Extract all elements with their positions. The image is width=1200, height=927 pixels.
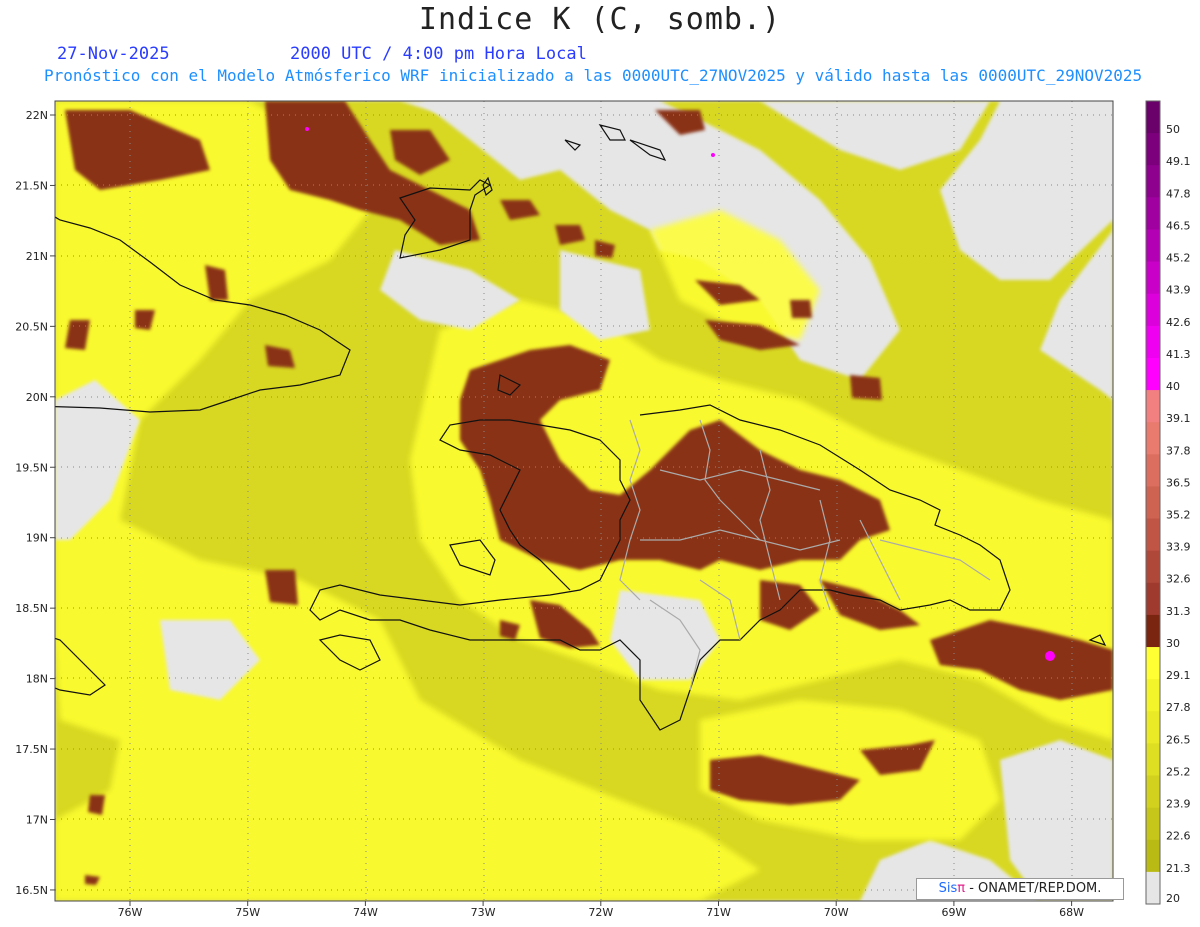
colorbar-swatch bbox=[1146, 293, 1160, 327]
colorbar-label: 33.9 bbox=[1166, 541, 1191, 554]
colorbar-swatch bbox=[1146, 518, 1160, 552]
credit-text: - ONAMET/REP.DOM. bbox=[969, 881, 1102, 896]
lat-tick-label: 21.5N bbox=[15, 179, 48, 192]
lat-tick-label: 20.5N bbox=[15, 320, 48, 333]
lat-tick-label: 19N bbox=[26, 532, 48, 545]
colorbar-swatch bbox=[1146, 743, 1160, 777]
lon-tick-label: 76W bbox=[118, 906, 143, 919]
colorbar-label: 26.5 bbox=[1166, 733, 1191, 746]
colorbar-swatch bbox=[1146, 133, 1160, 166]
lat-tick-label: 18.5N bbox=[15, 602, 48, 615]
lon-tick-label: 71W bbox=[706, 906, 731, 919]
colorbar-label: 46.5 bbox=[1166, 219, 1191, 232]
lat-tick-label: 17.5N bbox=[15, 743, 48, 756]
colorbar-swatch bbox=[1146, 550, 1160, 584]
lat-tick-label: 17N bbox=[26, 814, 48, 827]
colorbar-label: 31.3 bbox=[1166, 605, 1191, 618]
colorbar-swatch bbox=[1146, 679, 1160, 712]
colorbar-swatch bbox=[1146, 165, 1160, 198]
colorbar-swatch bbox=[1146, 390, 1160, 423]
lat-tick-label: 18N bbox=[26, 673, 48, 686]
lon-tick-label: 75W bbox=[235, 906, 260, 919]
colorbar-label: 47.8 bbox=[1166, 187, 1191, 200]
colorbar-swatch bbox=[1146, 325, 1160, 359]
colorbar-label: 42.6 bbox=[1166, 316, 1191, 329]
colorbar-label: 22.6 bbox=[1166, 830, 1191, 843]
lon-tick-label: 73W bbox=[471, 906, 496, 919]
colorbar-label: 32.6 bbox=[1166, 573, 1191, 586]
colorbar-swatch bbox=[1146, 775, 1160, 809]
colorbar-label: 20 bbox=[1166, 892, 1180, 905]
credit-sis: Sis bbox=[938, 881, 958, 896]
colorbar-label: 30 bbox=[1166, 637, 1180, 650]
colorbar-swatch bbox=[1146, 357, 1160, 391]
lon-tick-label: 68W bbox=[1059, 906, 1084, 919]
credit-pi: π bbox=[957, 881, 966, 896]
colorbar-swatch bbox=[1146, 582, 1160, 616]
colorbar-label: 36.5 bbox=[1166, 476, 1191, 489]
colorbar-label: 27.8 bbox=[1166, 701, 1191, 714]
colorbar: 50 49.1 47.8 46.5 45.2 43.9 42.6 41.3 40 39.1 37.8… bbox=[1145, 100, 1191, 905]
lon-tick-label: 69W bbox=[941, 906, 966, 919]
colorbar-swatch bbox=[1146, 807, 1160, 841]
colorbar-swatch bbox=[1146, 839, 1160, 873]
colorbar-swatch bbox=[1146, 647, 1160, 680]
colorbar-label: 25.2 bbox=[1166, 765, 1191, 778]
colorbar-label: 23.9 bbox=[1166, 798, 1191, 811]
credit-box: Sisπ - ONAMET/REP.DOM. bbox=[916, 878, 1124, 900]
colorbar-label: 29.1 bbox=[1166, 669, 1191, 682]
k-index-map: 22N 21.5N 21N 20.5N 20N 19.5N 19N 18.5N 18N 17.5N… bbox=[15, 100, 1191, 919]
colorbar-swatch bbox=[1146, 614, 1160, 648]
lon-tick-label: 72W bbox=[588, 906, 613, 919]
lat-tick-label: 19.5N bbox=[15, 461, 48, 474]
lat-tick-label: 16.5N bbox=[15, 884, 48, 897]
colorbar-label: 41.3 bbox=[1166, 348, 1191, 361]
colorbar-swatch bbox=[1146, 197, 1160, 230]
lon-tick-label: 74W bbox=[353, 906, 378, 919]
colorbar-swatch bbox=[1146, 229, 1160, 263]
colorbar-label: 45.2 bbox=[1166, 252, 1191, 265]
colorbar-swatch bbox=[1146, 711, 1160, 744]
colorbar-swatch bbox=[1146, 871, 1160, 905]
colorbar-swatch bbox=[1146, 261, 1160, 295]
colorbar-label: 43.9 bbox=[1166, 284, 1191, 297]
lat-tick-label: 21N bbox=[26, 250, 48, 263]
latitude-axis: 22N 21.5N 21N 20.5N 20N 19.5N 19N 18.5N 18N 17.5N… bbox=[15, 109, 55, 897]
colorbar-label: 50 bbox=[1166, 123, 1180, 136]
colorbar-label: 37.8 bbox=[1166, 444, 1191, 457]
colorbar-swatch bbox=[1146, 101, 1160, 134]
lat-tick-label: 22N bbox=[26, 109, 48, 122]
lat-tick-label: 20N bbox=[26, 391, 48, 404]
colorbar-swatch bbox=[1146, 454, 1160, 487]
colorbar-swatch bbox=[1146, 486, 1160, 520]
colorbar-label: 39.1 bbox=[1166, 412, 1191, 425]
colorbar-label: 49.1 bbox=[1166, 155, 1191, 168]
colorbar-swatch bbox=[1146, 422, 1160, 455]
colorbar-label: 35.2 bbox=[1166, 509, 1191, 522]
lon-tick-label: 70W bbox=[824, 906, 849, 919]
longitude-axis: 76W 75W 74W 73W 72W 71W 70W 69W 68W bbox=[118, 901, 1084, 919]
colorbar-label: 40 bbox=[1166, 380, 1180, 393]
colorbar-label: 21.3 bbox=[1166, 862, 1191, 875]
